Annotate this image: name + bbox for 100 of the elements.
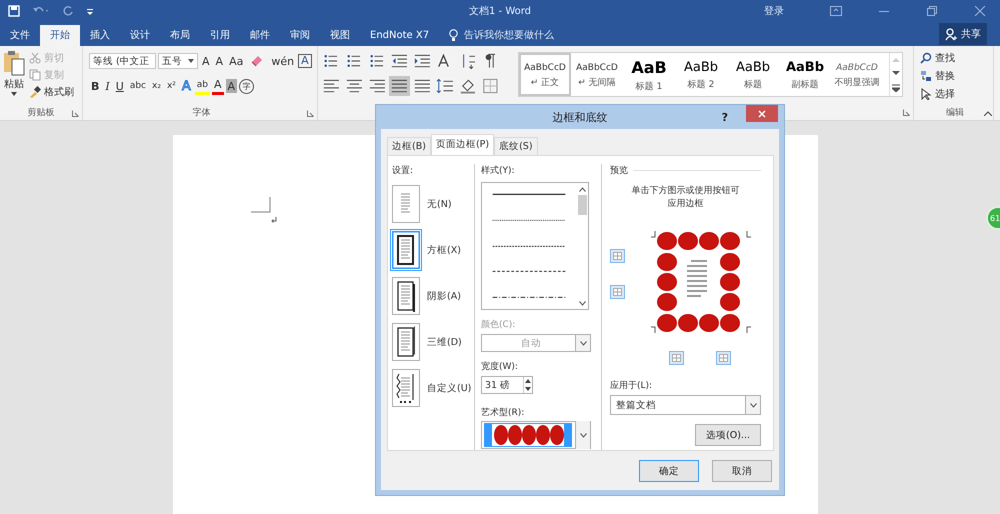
ribbon-tab[interactable]: 视图 — [320, 25, 360, 46]
help-button[interactable]: ? — [716, 110, 734, 124]
restore-icon[interactable] — [926, 6, 938, 16]
find-button[interactable]: 查找 — [920, 50, 990, 65]
scroll-down-icon[interactable] — [892, 70, 900, 76]
setting-option[interactable] — [392, 231, 420, 269]
ribbon-tab[interactable]: 审阅 — [280, 25, 320, 46]
dialog-tab[interactable]: 底纹(S) — [494, 137, 538, 155]
setting-label: 设置: — [392, 164, 414, 177]
spacing-icon[interactable] — [434, 76, 456, 96]
justify-icon[interactable] — [389, 76, 410, 96]
dialog-title: 边框和底纹 — [552, 110, 608, 124]
font-tool-button[interactable]: x² — [164, 77, 178, 95]
italic-button[interactable]: I — [103, 77, 112, 95]
collapse-ribbon-icon[interactable] — [984, 111, 992, 116]
options-button[interactable]: 选项(O)... — [695, 424, 761, 446]
dialog-launcher-icon[interactable] — [307, 110, 314, 117]
close-icon[interactable] — [974, 6, 986, 16]
select-button[interactable]: 选择 — [920, 86, 990, 101]
ribbon-tab[interactable]: 设计 — [120, 25, 160, 46]
brush-button[interactable]: 格式刷 — [29, 84, 74, 99]
underline-button[interactable]: U — [114, 77, 126, 95]
setting-label: 方框(X) — [427, 244, 461, 256]
style-item[interactable]: AaBb 副标题 — [779, 53, 831, 96]
border-toggle-icon[interactable] — [610, 249, 625, 263]
cancel-button[interactable]: 取消 — [712, 460, 772, 482]
sign-in-link[interactable]: 登录 — [764, 4, 784, 18]
style-item[interactable]: AaBbCcD 不明显强调 — [831, 53, 883, 96]
style-item[interactable]: AaBb 标题 — [727, 53, 779, 96]
bold-button[interactable]: B — [89, 77, 102, 95]
dialog-launcher-icon[interactable] — [72, 110, 79, 117]
spin-up-icon[interactable] — [524, 377, 532, 385]
share-button[interactable]: 共享 — [939, 23, 987, 45]
setting-label: 阴影(A) — [427, 290, 461, 302]
scissors-icon — [29, 52, 41, 64]
apple-border-preview-drawing[interactable] — [649, 229, 753, 335]
art-label: 艺术型(R): — [481, 406, 526, 419]
ribbon-tab[interactable]: 邮件 — [240, 25, 280, 46]
ribbon-tab[interactable]: 文件 — [0, 25, 40, 46]
more-icon[interactable] — [892, 84, 900, 92]
setting-option[interactable] — [392, 277, 420, 315]
paragraph-mark-icon — [270, 217, 276, 223]
caret-icon — [11, 92, 17, 96]
setting-label: 三维(D) — [427, 336, 462, 348]
font-tool-button[interactable]: wén — [269, 52, 296, 70]
scroll-thumb[interactable] — [578, 195, 586, 215]
dialog-tab[interactable]: 边框(B) — [387, 137, 431, 155]
style-item[interactable]: AaB 标题 1 — [623, 53, 675, 96]
character-shading-button[interactable]: A — [226, 79, 238, 93]
font-name-dropdown[interactable]: 等线 (中文正 — [89, 53, 156, 69]
highlight-button[interactable]: ab — [194, 77, 210, 95]
enclose-characters-button[interactable]: 字 — [239, 78, 254, 94]
ok-button[interactable]: 确定 — [639, 460, 699, 482]
style-item[interactable]: AaBbCcD ↵ 无间隔 — [571, 53, 623, 96]
font-tool-button[interactable]: A — [200, 52, 212, 70]
ribbon-tab[interactable]: 开始 — [40, 25, 80, 46]
font-tool-button[interactable]: Aa — [227, 52, 246, 70]
width-spinner[interactable]: 31 磅 — [481, 376, 533, 394]
character-border-button[interactable]: A — [298, 54, 312, 68]
line-style-option[interactable] — [490, 193, 568, 196]
redo-icon[interactable] — [62, 5, 74, 17]
style-label: 样式(Y): — [481, 164, 516, 177]
lightbulb-icon — [449, 29, 458, 42]
border-toggle-icon[interactable] — [610, 285, 625, 299]
dialog-tab[interactable]: 页面边框(P) — [430, 134, 494, 155]
paste-button[interactable]: 粘贴 — [3, 50, 25, 105]
tell-me-field[interactable]: 告诉我你想要做什么 — [449, 25, 576, 46]
dialog-launcher-icon[interactable] — [903, 109, 910, 116]
close-button[interactable] — [746, 105, 778, 122]
style-item[interactable]: AaBb 标题 2 — [675, 53, 727, 96]
font-tool-button[interactable]: A — [214, 52, 226, 70]
style-item[interactable]: AaBbCcD ↵ 正文 — [519, 53, 571, 96]
window-title: 文档1 - Word — [468, 4, 532, 18]
apply-to-dropdown[interactable]: 整篇文档 — [610, 395, 761, 415]
save-icon[interactable] — [8, 5, 20, 17]
scroll-up-icon[interactable] — [578, 187, 586, 192]
line-style-option[interactable] — [490, 270, 568, 274]
customize-icon[interactable] — [86, 6, 94, 16]
border-toggle-icon[interactable] — [716, 351, 731, 365]
copy-icon — [29, 68, 41, 80]
ribbon-tab[interactable]: 引用 — [200, 25, 240, 46]
setting-option[interactable] — [392, 323, 420, 361]
caret-icon — [580, 432, 586, 438]
close-icon — [758, 110, 766, 118]
art-border-dropdown[interactable] — [481, 421, 591, 449]
scroll-down-icon[interactable] — [578, 301, 586, 306]
ribbon-tab[interactable]: 布局 — [160, 25, 200, 46]
line-style-option[interactable] — [490, 296, 568, 299]
setting-option[interactable] — [392, 369, 420, 407]
font-size-dropdown[interactable]: 五号 — [158, 53, 198, 69]
font-tool-button[interactable]: abc — [128, 77, 148, 95]
preview-hint: 单击下方图示或使用按钮可 应用边框 — [630, 185, 740, 211]
spin-down-icon[interactable] — [524, 385, 532, 393]
search-icon — [920, 52, 932, 64]
ribbon-tab[interactable]: EndNote X7 — [360, 25, 440, 46]
ribbon-tab[interactable]: 插入 — [80, 25, 120, 46]
replace-button[interactable]: 替换 — [920, 68, 990, 83]
ribbon-display-icon[interactable] — [830, 6, 842, 16]
border-toggle-icon[interactable] — [669, 351, 684, 365]
font-tool-button[interactable]: x₂ — [150, 77, 163, 95]
